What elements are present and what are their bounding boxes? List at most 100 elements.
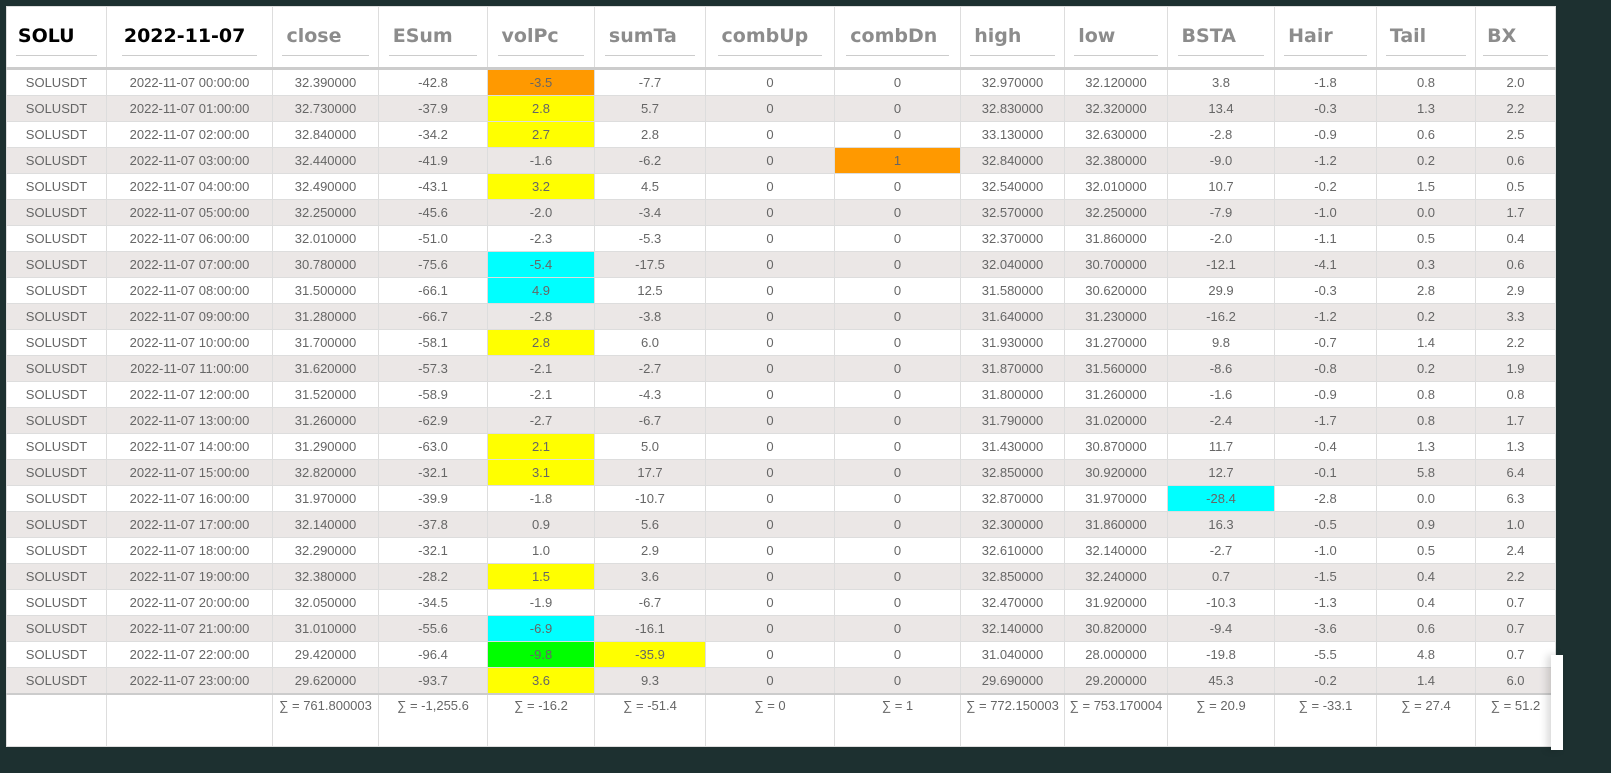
table-row[interactable]: SOLUSDT 2022-11-07 01:00:00 32.730000 -37.9… [6,95,1556,122]
cell-low: 30.620000 [1064,277,1168,304]
table-row[interactable]: SOLUSDT 2022-11-07 23:00:00 29.620000 -93.7… [6,667,1556,695]
cell-esum: -32.1 [378,537,488,564]
cell-tail: 0.2 [1376,147,1476,174]
filter-input-tail[interactable] [1385,18,1467,53]
table-row[interactable]: SOLUSDT 2022-11-07 10:00:00 31.700000 -58.1… [6,329,1556,356]
cell-low: 32.010000 [1064,173,1168,200]
cell-hair: -1.0 [1274,537,1377,564]
table-row[interactable]: SOLUSDT 2022-11-07 07:00:00 30.780000 -75.6… [6,251,1556,278]
filter-input-hair[interactable] [1284,18,1367,53]
filter-header-row: close ESum volPc sumTa combUp combDn highlow BS… [6,6,1556,70]
filter-input-volpc[interactable] [497,18,585,53]
filter-input-bx[interactable] [1483,18,1548,53]
filter-input-sumta[interactable] [604,18,696,53]
filter-input-symbol[interactable] [15,18,98,53]
cell-low: 31.920000 [1064,589,1168,616]
cell-symbol: SOLUSDT [6,433,107,460]
cell-sumta: 6.0 [594,329,706,356]
cell-sumta: 2.9 [594,537,706,564]
cell-close: 32.820000 [272,459,379,486]
filter-input-esum[interactable] [388,18,478,53]
cell-high: 31.790000 [960,407,1065,434]
table-row[interactable]: SOLUSDT 2022-11-07 11:00:00 31.620000 -57.3… [6,355,1556,382]
cell-tail: 0.2 [1376,355,1476,382]
table-row[interactable]: SOLUSDT 2022-11-07 02:00:00 32.840000 -34.2… [6,121,1556,148]
cell-esum: -37.9 [378,95,488,122]
filter-input-close[interactable] [282,18,369,53]
cell-bx: 3.3 [1475,303,1556,330]
table-row[interactable]: SOLUSDT 2022-11-07 06:00:00 32.010000 -51.0… [6,225,1556,252]
cell-volpc: -2.3 [487,225,595,252]
cell-esum: -66.7 [378,303,488,330]
cell-bsta: 3.8 [1167,68,1275,96]
cell-combdn: 0 [834,563,961,590]
table-row[interactable]: SOLUSDT 2022-11-07 20:00:00 32.050000 -34.5… [6,589,1556,616]
cell-combup: 0 [705,251,835,278]
filter-input-bsta[interactable] [1177,18,1265,53]
cell-bsta: -7.9 [1167,199,1275,226]
cell-close: 32.490000 [272,173,379,200]
table-row[interactable]: SOLUSDT 2022-11-07 14:00:00 31.290000 -63.0… [6,433,1556,460]
cell-bx: 0.7 [1475,615,1556,642]
table-row[interactable]: SOLUSDT 2022-11-07 05:00:00 32.250000 -45.6… [6,199,1556,226]
cell-time: 2022-11-07 20:00:00 [106,589,273,616]
cell-combup: 0 [705,641,835,668]
table-row[interactable]: SOLUSDT 2022-11-07 13:00:00 31.260000 -62.9… [6,407,1556,434]
cell-time: 2022-11-07 10:00:00 [106,329,273,356]
table-row[interactable]: SOLUSDT 2022-11-07 04:00:00 32.490000 -43.1… [6,173,1556,200]
cell-bx: 0.7 [1475,589,1556,616]
cell-bx: 0.6 [1475,147,1556,174]
table-row[interactable]: SOLUSDT 2022-11-07 08:00:00 31.500000 -66.1… [6,277,1556,304]
cell-tail: 0.4 [1376,589,1476,616]
table-row[interactable]: SOLUSDT 2022-11-07 19:00:00 32.380000 -28.2… [6,563,1556,590]
filter-input-low[interactable] [1074,18,1158,53]
cell-combdn: 0 [834,303,961,330]
cell-bx: 2.5 [1475,121,1556,148]
column-header-bx: BX [1475,6,1556,70]
cell-tail: 1.3 [1376,95,1476,122]
cell-volpc: -2.1 [487,355,595,382]
filter-input-combdn[interactable] [846,18,949,53]
table-row[interactable]: SOLUSDT 2022-11-07 15:00:00 32.820000 -32.1… [6,459,1556,486]
cell-bsta: -12.1 [1167,251,1275,278]
table-row[interactable]: SOLUSDT 2022-11-07 22:00:00 29.420000 -96.4… [6,641,1556,668]
table-row[interactable]: SOLUSDT 2022-11-07 03:00:00 32.440000 -41.9… [6,147,1556,174]
cell-symbol: SOLUSDT [6,95,107,122]
table-row[interactable]: SOLUSDT 2022-11-07 09:00:00 31.280000 -66.7… [6,303,1556,330]
cell-combdn: 0 [834,641,961,668]
cell-bsta: -28.4 [1167,485,1275,512]
table-row[interactable]: SOLUSDT 2022-11-07 21:00:00 31.010000 -55.6… [6,615,1556,642]
cell-sumta: 5.7 [594,95,706,122]
filter-input-combup[interactable] [717,18,823,53]
cell-symbol: SOLUSDT [6,537,107,564]
cell-sumta: -17.5 [594,251,706,278]
table-row[interactable]: SOLUSDT 2022-11-07 18:00:00 32.290000 -32.1… [6,537,1556,564]
cell-low: 32.120000 [1064,68,1168,96]
table-row[interactable]: SOLUSDT 2022-11-07 12:00:00 31.520000 -58.9… [6,381,1556,408]
cell-bsta: 11.7 [1167,433,1275,460]
cell-combup: 0 [705,381,835,408]
filter-input-high[interactable] [970,18,1055,53]
cell-time: 2022-11-07 07:00:00 [106,251,273,278]
cell-bx: 6.3 [1475,485,1556,512]
cell-symbol: SOLUSDT [6,303,107,330]
cell-volpc: 3.2 [487,173,595,200]
cell-combdn: 0 [834,173,961,200]
cell-volpc: 2.8 [487,329,595,356]
cell-high: 32.840000 [960,147,1065,174]
table-row[interactable]: SOLUSDT 2022-11-07 16:00:00 31.970000 -39.9… [6,485,1556,512]
cell-low: 31.860000 [1064,511,1168,538]
total-high: ∑ = 772.150003 [960,693,1065,747]
table-row[interactable]: SOLUSDT 2022-11-07 00:00:00 32.390000 -42.8… [6,68,1556,96]
filter-input-time[interactable] [121,18,258,53]
cell-close: 31.280000 [272,303,379,330]
cell-symbol: SOLUSDT [6,563,107,590]
total-time [106,693,273,747]
total-low: ∑ = 753.170004 [1064,693,1168,747]
cell-high: 31.580000 [960,277,1065,304]
cell-hair: -1.2 [1274,303,1377,330]
table-row[interactable]: SOLUSDT 2022-11-07 17:00:00 32.140000 -37.8… [6,511,1556,538]
cell-high: 29.690000 [960,667,1065,695]
cell-hair: -1.8 [1274,68,1377,96]
cell-close: 30.780000 [272,251,379,278]
